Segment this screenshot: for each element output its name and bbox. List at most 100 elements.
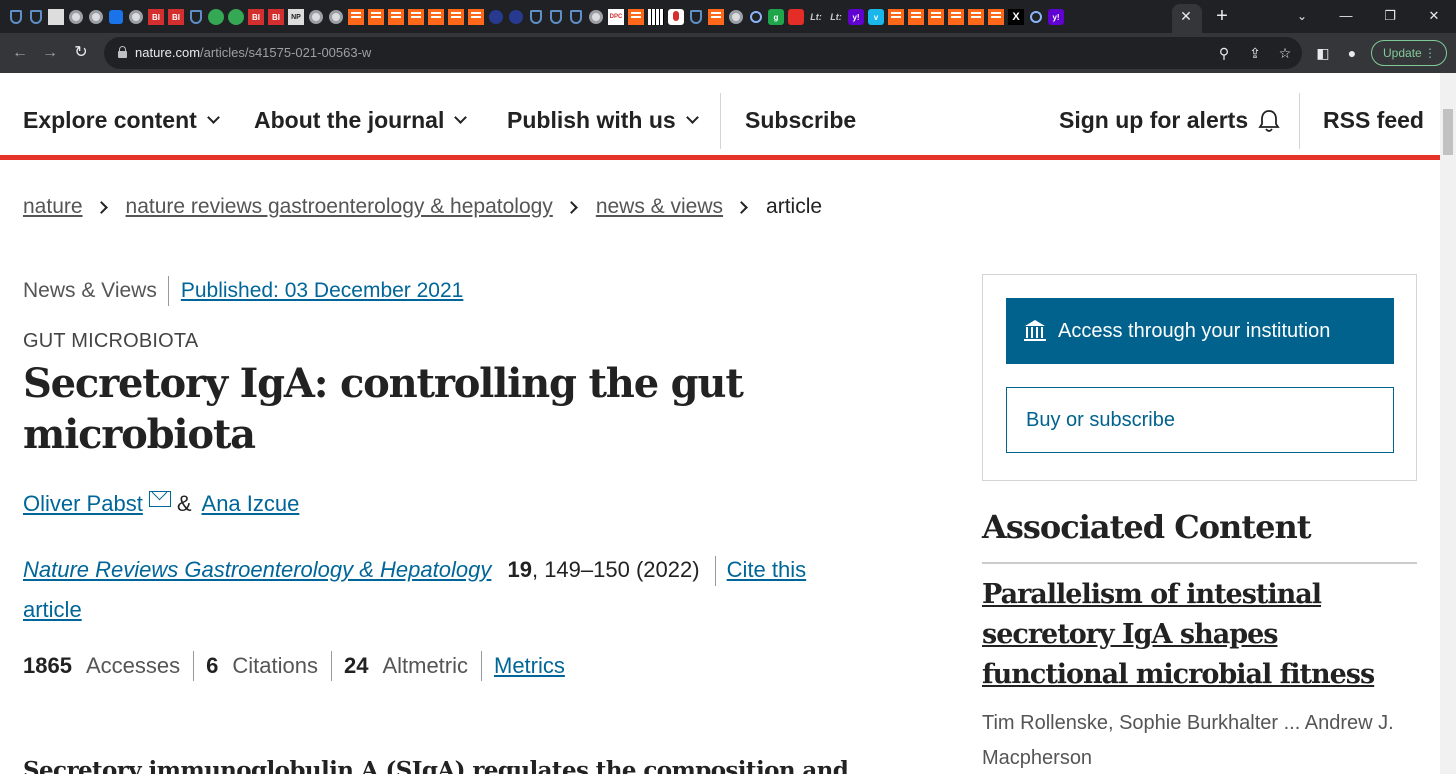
share-icon[interactable]: ⇪ bbox=[1245, 43, 1265, 63]
pinned-tab-shield-icon[interactable] bbox=[190, 10, 202, 24]
pinned-tab-play-icon[interactable] bbox=[228, 9, 244, 25]
metrics-link[interactable]: Metrics bbox=[494, 653, 565, 679]
pinned-tab-shield-icon[interactable] bbox=[10, 10, 22, 24]
pinned-tab-bi-icon[interactable]: BI bbox=[168, 9, 184, 25]
pinned-tab-globe-icon[interactable] bbox=[729, 10, 743, 24]
minimize-icon[interactable]: — bbox=[1331, 5, 1361, 27]
forward-arrow-icon[interactable]: → bbox=[38, 41, 62, 65]
pinned-tab-globe-icon[interactable] bbox=[589, 10, 603, 24]
side-panel-icon[interactable]: ◧ bbox=[1313, 43, 1333, 63]
pinned-tab-substack-icon[interactable] bbox=[888, 9, 904, 25]
zoom-icon[interactable]: ⚲ bbox=[1214, 43, 1234, 63]
new-tab-button[interactable]: + bbox=[1210, 5, 1234, 27]
scrollbar-thumb[interactable] bbox=[1443, 109, 1453, 155]
pinned-tab-globe-icon[interactable] bbox=[69, 10, 83, 24]
access-institution-button[interactable]: Access through your institution bbox=[1006, 298, 1394, 364]
chevron-right-icon bbox=[564, 200, 578, 214]
chevron-right-icon bbox=[94, 200, 108, 214]
pinned-tab-video-icon[interactable] bbox=[48, 9, 64, 25]
url-text[interactable]: nature.com/articles/s41575-021-00563-w bbox=[135, 45, 371, 60]
author-link[interactable]: Oliver Pabst bbox=[23, 491, 143, 517]
pinned-tab-piano-icon[interactable] bbox=[648, 9, 664, 25]
pinned-tab-bi-icon[interactable]: BI bbox=[248, 9, 264, 25]
pinned-tab-search-icon[interactable] bbox=[1030, 11, 1042, 23]
url-domain: nature.com bbox=[135, 45, 201, 60]
pinned-tab-book-icon[interactable]: DPC bbox=[608, 9, 624, 25]
pinned-tab-youtube-icon[interactable] bbox=[788, 9, 804, 25]
back-arrow-icon[interactable]: ← bbox=[8, 41, 32, 65]
buy-subscribe-button[interactable]: Buy or subscribe bbox=[1006, 387, 1394, 453]
pinned-tab-lt-icon[interactable]: Lt: bbox=[828, 9, 844, 25]
lock-icon[interactable] bbox=[118, 46, 127, 58]
breadcrumb-nature[interactable]: nature bbox=[23, 195, 83, 219]
pinned-tab-substack-icon[interactable] bbox=[948, 9, 964, 25]
pinned-tab-substack-icon[interactable] bbox=[468, 9, 484, 25]
pinned-tab-substack-icon[interactable] bbox=[908, 9, 924, 25]
tab-close-icon[interactable]: ✕ bbox=[1178, 7, 1194, 25]
pinned-tab-bi-icon[interactable]: BI bbox=[268, 9, 284, 25]
nav-publish-with-us[interactable]: Publish with us bbox=[507, 107, 699, 134]
pinned-tab-substack-icon[interactable] bbox=[348, 9, 364, 25]
scrollbar[interactable] bbox=[1440, 73, 1456, 774]
pinned-tab-substack-icon[interactable] bbox=[448, 9, 464, 25]
pinned-tab-substack-icon[interactable] bbox=[408, 9, 424, 25]
pinned-tab-yahoo-icon[interactable]: y! bbox=[1048, 9, 1064, 25]
window-close-icon[interactable]: ✕ bbox=[1419, 5, 1449, 27]
nav-about-journal[interactable]: About the journal bbox=[254, 107, 468, 134]
nav-divider bbox=[720, 93, 721, 149]
pinned-tab-globe-icon[interactable] bbox=[89, 10, 103, 24]
pinned-tab-substack-icon[interactable] bbox=[708, 9, 724, 25]
tab-search-chevron-icon[interactable]: ⌄ bbox=[1293, 7, 1311, 25]
mail-icon[interactable] bbox=[148, 491, 171, 507]
pinned-tab-x-icon[interactable]: X bbox=[1008, 9, 1024, 25]
pinned-tab-substack-icon[interactable] bbox=[928, 9, 944, 25]
address-bar[interactable]: nature.com/articles/s41575-021-00563-w ⚲… bbox=[104, 37, 1302, 69]
article-title: Secretory IgA: controlling the gut micro… bbox=[23, 360, 744, 458]
pinned-tab-gem-icon[interactable] bbox=[109, 10, 123, 24]
pinned-tab-hex-icon[interactable] bbox=[489, 10, 503, 24]
pinned-tab-shield-icon[interactable] bbox=[690, 10, 702, 24]
update-button[interactable]: Update ⋮ bbox=[1371, 40, 1447, 66]
pinned-tab-yahoo-icon[interactable]: y! bbox=[848, 9, 864, 25]
pinned-tab-substack-icon[interactable] bbox=[628, 9, 644, 25]
nav-explore-content[interactable]: Explore content bbox=[23, 107, 220, 134]
pinned-tab-shield-icon[interactable] bbox=[550, 10, 562, 24]
pinned-tab-shield-icon[interactable] bbox=[570, 10, 582, 24]
pinned-tab-shield-icon[interactable] bbox=[30, 10, 42, 24]
update-label: Update bbox=[1383, 46, 1422, 60]
pinned-tab-substack-icon[interactable] bbox=[428, 9, 444, 25]
profile-icon[interactable]: ● bbox=[1342, 43, 1362, 63]
pinned-tab-search-icon[interactable] bbox=[750, 11, 762, 23]
reload-icon[interactable]: ↻ bbox=[69, 41, 93, 65]
pinned-tab-g-icon[interactable]: g bbox=[768, 9, 784, 25]
pinned-tab-play-icon[interactable] bbox=[208, 9, 224, 25]
pinned-tab-substack-icon[interactable] bbox=[388, 9, 404, 25]
pinned-tab-news-icon[interactable]: NP bbox=[288, 9, 304, 25]
nav-sign-up-alerts[interactable]: Sign up for alerts bbox=[1059, 107, 1280, 134]
pinned-tab-lt-icon[interactable]: Lt: bbox=[808, 9, 824, 25]
author-join: & bbox=[176, 491, 192, 516]
associated-article-link[interactable]: Parallelism of intestinal secretory IgA … bbox=[982, 575, 1422, 695]
pinned-tab-globe-icon[interactable] bbox=[309, 10, 323, 24]
pinned-tab-mic-icon[interactable] bbox=[668, 9, 684, 25]
associated-content-heading: Associated Content bbox=[982, 508, 1417, 564]
breadcrumb-news-views[interactable]: news & views bbox=[596, 195, 723, 219]
pinned-tab-substack-icon[interactable] bbox=[968, 9, 984, 25]
nav-subscribe[interactable]: Subscribe bbox=[745, 107, 856, 134]
published-date-link[interactable]: Published: 03 December 2021 bbox=[181, 279, 464, 303]
breadcrumb-journal[interactable]: nature reviews gastroenterology & hepato… bbox=[126, 195, 553, 219]
pinned-tab-hex-icon[interactable] bbox=[509, 10, 523, 24]
pinned-tab-substack-icon[interactable] bbox=[988, 9, 1004, 25]
pinned-tab-substack-icon[interactable] bbox=[368, 9, 384, 25]
pinned-tab-globe-icon[interactable] bbox=[329, 10, 343, 24]
bookmark-star-icon[interactable]: ☆ bbox=[1275, 43, 1295, 63]
pinned-tab-bi-icon[interactable]: BI bbox=[148, 9, 164, 25]
altmetric-count: 24 bbox=[343, 653, 369, 678]
author-link[interactable]: Ana Izcue bbox=[202, 491, 300, 517]
pinned-tab-shield-icon[interactable] bbox=[530, 10, 542, 24]
nav-rss-feed[interactable]: RSS feed bbox=[1323, 107, 1424, 134]
pinned-tab-globe-icon[interactable] bbox=[129, 10, 143, 24]
journal-link[interactable]: Nature Reviews Gastroenterology & Hepato… bbox=[23, 557, 491, 582]
restore-icon[interactable]: ❐ bbox=[1375, 5, 1405, 27]
pinned-tab-vimeo-icon[interactable]: v bbox=[868, 9, 884, 25]
